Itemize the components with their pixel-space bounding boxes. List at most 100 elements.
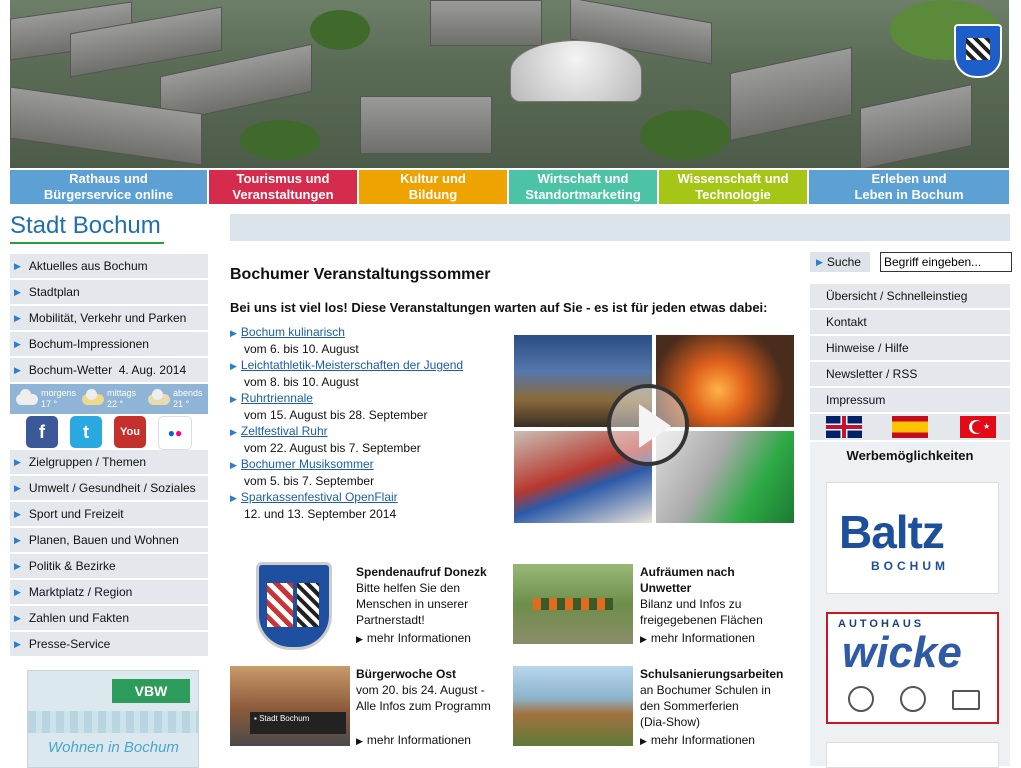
leftnav-label: Zahlen und Fakten bbox=[28, 611, 129, 625]
search-button[interactable]: ▶ Suche bbox=[810, 252, 870, 272]
leftnav-umwelt[interactable]: ▶ Umwelt / Gesundheit / Soziales bbox=[10, 476, 208, 500]
event-link[interactable]: Sparkassenfestival OpenFlair bbox=[241, 490, 398, 504]
bochum-crest-icon[interactable] bbox=[954, 24, 1002, 78]
buergerwoche-photo[interactable]: ▪ Stadt Bochum bbox=[230, 666, 350, 746]
leftnav-label: Sport und Freizeit bbox=[28, 507, 124, 521]
bochum-crest-thumbnail[interactable] bbox=[256, 562, 332, 650]
school-renovation-photo[interactable] bbox=[513, 666, 633, 746]
advertisement-slot[interactable] bbox=[826, 742, 999, 768]
advertising-heading: Werbemöglichkeiten bbox=[846, 448, 974, 463]
arrow-right-icon: ▶ bbox=[14, 364, 21, 375]
flickr-icon[interactable]: ● ● bbox=[158, 416, 192, 450]
topnav-wissenschaft[interactable]: Wissenschaft und Technologie bbox=[659, 170, 809, 204]
weather-temp: 21 ° bbox=[173, 399, 190, 409]
list-item: ▶ Ruhrtriennale vom 15. August bis 28. Sep… bbox=[230, 390, 510, 423]
more-label: mehr Informationen bbox=[366, 733, 471, 747]
leftnav-planen[interactable]: ▶ Planen, Bauen und Wohnen bbox=[10, 528, 208, 552]
leftnav-stadtplan[interactable]: ▶ Stadtplan bbox=[10, 280, 208, 304]
topnav-wirtschaft[interactable]: Wirtschaft und Standortmarketing bbox=[509, 170, 659, 204]
vbw-advertisement[interactable]: VBW Wohnen in Bochum bbox=[27, 670, 199, 768]
leftnav-label: Mobilität, Verkehr und Parken bbox=[28, 311, 187, 325]
arrow-right-icon: ▶ bbox=[356, 634, 363, 644]
weather-morning: morgens 17 ° bbox=[10, 388, 76, 410]
vw-logo-icon bbox=[848, 686, 874, 712]
list-item: ▶ Bochum kulinarisch vom 6. bis 10. August bbox=[230, 324, 510, 357]
baltz-advertisement[interactable]: Baltz BOCHUM bbox=[826, 482, 999, 594]
english-flag-icon[interactable] bbox=[826, 416, 862, 438]
language-flags: ★ bbox=[810, 414, 1010, 440]
rightnav-hinweise[interactable]: Hinweise / Hilfe bbox=[810, 336, 1010, 360]
facebook-icon[interactable]: f bbox=[26, 416, 58, 448]
page-subtitle: Bei uns ist viel los! Diese Veranstaltun… bbox=[230, 300, 768, 315]
leftnav-impressionen[interactable]: ▶ Bochum-Impressionen bbox=[10, 332, 208, 356]
weather-temp: 17 ° bbox=[40, 399, 58, 409]
arrow-right-icon: ▶ bbox=[356, 736, 363, 746]
list-item: ▶ Bochumer Musiksommer vom 5. bis 7. Septe… bbox=[230, 456, 510, 489]
event-link[interactable]: Ruhrtriennale bbox=[241, 391, 313, 405]
main-content: Bochumer Veranstaltungssommer Bei uns is… bbox=[230, 262, 798, 747]
leftnav-label: Stadtplan bbox=[28, 285, 80, 299]
leftnav-marktplatz[interactable]: ▶ Marktplatz / Region bbox=[10, 580, 208, 604]
more-label: mehr Informationen bbox=[650, 733, 755, 747]
leftnav-zahlen[interactable]: ▶ Zahlen und Fakten bbox=[10, 606, 208, 630]
topnav-kultur[interactable]: Kultur und Bildung bbox=[359, 170, 509, 204]
rightnav-uebersicht[interactable]: Übersicht / Schnelleinstieg bbox=[810, 284, 1010, 308]
weather-noon: mittags 22 ° bbox=[76, 388, 142, 410]
leftnav-politik[interactable]: ▶ Politik & Bezirke bbox=[10, 554, 208, 578]
more-info-link[interactable]: ▶ mehr Informationen bbox=[356, 630, 471, 647]
leftnav-mobilitaet[interactable]: ▶ Mobilität, Verkehr und Parken bbox=[10, 306, 208, 330]
search-input[interactable] bbox=[880, 252, 1012, 272]
topnav-tourismus[interactable]: Tourismus und Veranstaltungen bbox=[209, 170, 359, 204]
top-navigation: Rathaus und Bürgerservice online Tourism… bbox=[10, 170, 1009, 204]
more-info-link[interactable]: ▶ mehr Informationen bbox=[356, 732, 471, 749]
leftnav-label: Zielgruppen / Themen bbox=[28, 455, 147, 469]
event-link[interactable]: Leichtathletik-Meisterschaften der Jugen… bbox=[241, 358, 463, 372]
news-item-schulsanierung: Schulsanierungsarbeiten an Bochumer Schu… bbox=[640, 666, 800, 730]
workers-row bbox=[533, 598, 613, 610]
cloud-icon bbox=[16, 388, 38, 405]
event-link[interactable]: Zeltfestival Ruhr bbox=[241, 424, 328, 438]
leftnav-sport[interactable]: ▶ Sport und Freizeit bbox=[10, 502, 208, 526]
more-info-link[interactable]: ▶ mehr Informationen bbox=[640, 630, 755, 647]
turkish-flag-icon[interactable]: ★ bbox=[960, 416, 996, 438]
storm-cleanup-photo[interactable] bbox=[513, 564, 633, 644]
leftnav-label: Umwelt / Gesundheit / Soziales bbox=[28, 481, 196, 495]
spanish-flag-icon[interactable] bbox=[892, 416, 928, 438]
weather-label: abends bbox=[173, 388, 203, 398]
rightnav-newsletter[interactable]: Newsletter / RSS bbox=[810, 362, 1010, 386]
rightnav-impressum[interactable]: Impressum bbox=[810, 388, 1010, 412]
news-item-buergerwoche: Bürgerwoche Ost vom 20. bis 24. August -… bbox=[356, 666, 506, 714]
youtube-icon[interactable]: You bbox=[114, 416, 146, 448]
leftnav-presse[interactable]: ▶ Presse-Service bbox=[10, 632, 208, 656]
more-label: mehr Informationen bbox=[366, 631, 471, 645]
event-video-collage[interactable] bbox=[513, 334, 795, 524]
more-info-link[interactable]: ▶ mehr Informationen bbox=[640, 732, 755, 749]
leftnav-aktuelles[interactable]: ▶ Aktuelles aus Bochum bbox=[10, 254, 208, 278]
trees bbox=[310, 10, 370, 50]
baltz-city: BOCHUM bbox=[871, 559, 949, 573]
event-date: vom 22. August bis 7. September bbox=[244, 441, 421, 455]
play-video-icon[interactable] bbox=[607, 384, 689, 466]
wicke-advertisement[interactable]: AUTOHAUS wicke bbox=[826, 612, 999, 724]
right-navigation: Übersicht / Schnelleinstieg Kontakt Hinw… bbox=[810, 284, 1010, 414]
rightnav-kontakt[interactable]: Kontakt bbox=[810, 310, 1010, 334]
twitter-icon[interactable]: t bbox=[70, 416, 102, 448]
leftnav-zielgruppen[interactable]: ▶ Zielgruppen / Themen bbox=[10, 450, 208, 474]
event-link[interactable]: Bochum kulinarisch bbox=[241, 325, 345, 339]
news-text: Bilanz und Infos zu freigegebenen Fläche… bbox=[640, 597, 763, 627]
weather-widget: morgens 17 ° mittags 22 ° abends 21 ° bbox=[10, 384, 208, 414]
vbw-logo: VBW bbox=[112, 679, 190, 703]
building bbox=[730, 47, 852, 141]
leftnav-label: Bochum-Wetter 4. Aug. 2014 bbox=[28, 363, 187, 377]
arrow-right-icon: ▶ bbox=[640, 634, 647, 644]
news-text: Bitte helfen Sie den Menschen in unserer… bbox=[356, 581, 469, 627]
leftnav-wetter[interactable]: ▶ Bochum-Wetter 4. Aug. 2014 bbox=[10, 358, 208, 382]
star-icon: ★ bbox=[983, 422, 991, 431]
event-link[interactable]: Bochumer Musiksommer bbox=[241, 457, 374, 471]
topnav-erleben[interactable]: Erleben und Leben in Bochum bbox=[809, 170, 1009, 204]
event-date: 12. und 13. September 2014 bbox=[244, 507, 397, 521]
news-title: Aufräumen nach Unwetter bbox=[640, 565, 735, 595]
site-logo[interactable]: Stadt Bochum bbox=[10, 212, 164, 244]
topnav-rathaus[interactable]: Rathaus und Bürgerservice online bbox=[10, 170, 209, 204]
arrow-right-icon: ▶ bbox=[14, 612, 21, 623]
